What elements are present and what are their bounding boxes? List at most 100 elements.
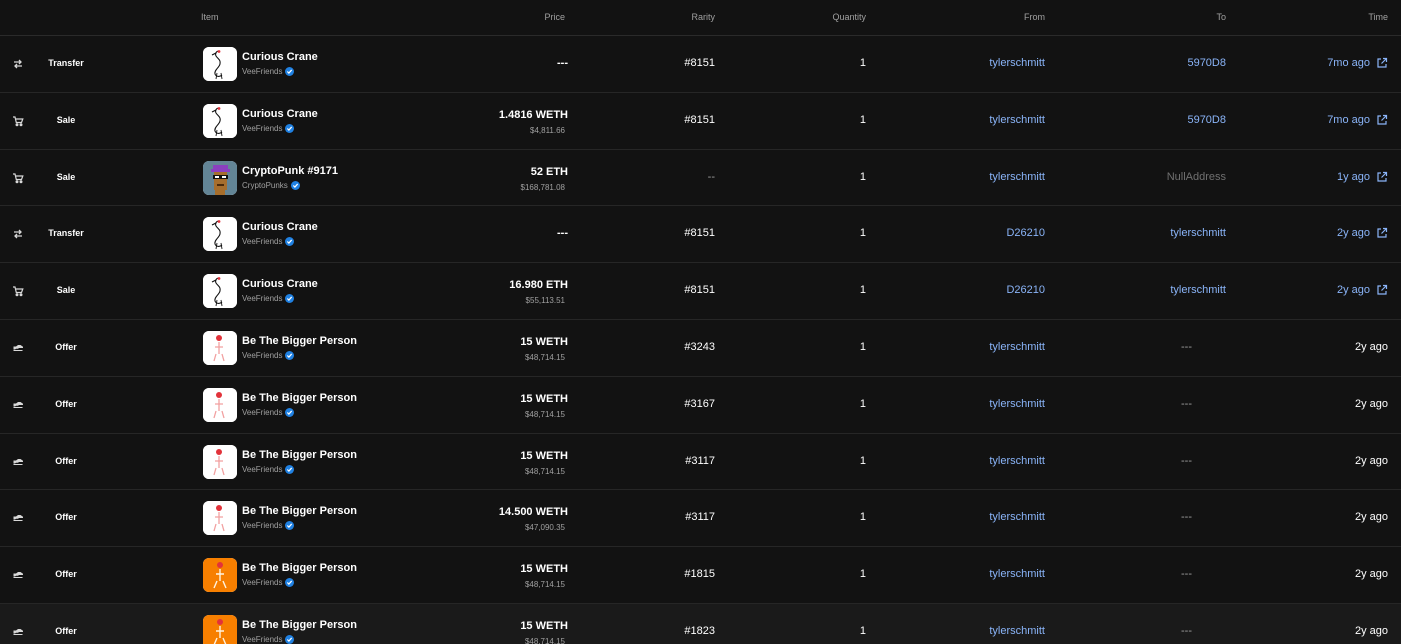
item-thumbnail[interactable] xyxy=(203,387,237,422)
quantity: 1 xyxy=(859,170,866,183)
item-name[interactable]: Curious Crane xyxy=(242,108,318,120)
table-header: Item Price Rarity Quantity From To Time xyxy=(0,0,1401,36)
item-thumbnail[interactable] xyxy=(203,330,237,365)
collection-name[interactable]: VeeFriends xyxy=(242,67,295,76)
collection-name[interactable]: CryptoPunks xyxy=(242,180,300,190)
price: --- xyxy=(557,227,568,240)
price-usd: $4,811.66 xyxy=(530,125,565,135)
time-link[interactable]: 1y ago xyxy=(1337,171,1388,183)
table-row[interactable]: Offer Be The Bigger Person VeeFriends 15 WE… xyxy=(0,603,1401,644)
table-row[interactable]: Offer Be The Bigger Person VeeFriends 15 WE… xyxy=(0,320,1401,377)
item-thumbnail[interactable] xyxy=(203,103,237,138)
item-thumbnail[interactable] xyxy=(203,444,237,479)
to-address-link[interactable]: NullAddress xyxy=(1167,171,1226,183)
collection-label: VeeFriends xyxy=(242,237,283,247)
item-name[interactable]: Be The Bigger Person xyxy=(242,562,357,574)
price-usd: $48,714.15 xyxy=(524,352,565,362)
collection-name[interactable]: VeeFriends xyxy=(242,464,295,474)
collection-name[interactable]: VeeFriends xyxy=(242,521,295,531)
table-row[interactable]: Transfer Curious Crane VeeFriends --- #8151 1… xyxy=(0,206,1401,264)
event-type: Transfer xyxy=(48,228,84,239)
item-name[interactable]: Curious Crane xyxy=(242,51,318,63)
item-thumbnail[interactable] xyxy=(203,160,237,195)
item-thumbnail[interactable] xyxy=(203,614,237,644)
item-name[interactable]: CryptoPunk #9171 xyxy=(242,165,338,177)
from-address-link[interactable]: tylerschmitt xyxy=(989,398,1045,410)
event-type: Sale xyxy=(56,114,76,125)
collection-name[interactable]: VeeFriends xyxy=(242,407,295,417)
collection-name[interactable]: VeeFriends xyxy=(242,237,295,247)
price: 15 WETH xyxy=(520,335,568,348)
price: 15 WETH xyxy=(520,563,568,576)
table-row[interactable]: Offer Be The Bigger Person VeeFriends 15 WE… xyxy=(0,547,1401,604)
external-link-icon[interactable] xyxy=(1376,57,1388,69)
collection-label: VeeFriends xyxy=(242,464,283,474)
table-row[interactable]: Sale Curious Crane VeeFriends 16.980 ETH $55… xyxy=(0,263,1401,320)
collection-name[interactable]: VeeFriends xyxy=(242,634,295,644)
to-address-link[interactable]: 5970D8 xyxy=(1187,57,1226,69)
event-type: Offer xyxy=(55,512,77,523)
item-name[interactable]: Curious Crane xyxy=(242,278,318,290)
collection-name[interactable]: VeeFriends xyxy=(242,123,295,133)
table-body: Transfer Curious Crane VeeFriends --- #8151 1… xyxy=(0,36,1401,644)
to-address-link[interactable]: tylerschmitt xyxy=(1170,227,1226,239)
from-address-link[interactable]: tylerschmitt xyxy=(989,568,1045,580)
rarity: #8151 xyxy=(684,227,715,240)
item-thumbnail[interactable] xyxy=(203,274,237,309)
price: 15 WETH xyxy=(520,449,568,462)
time-link[interactable]: 7mo ago xyxy=(1327,114,1388,126)
time-link[interactable]: 2y ago xyxy=(1337,227,1388,239)
collection-name[interactable]: VeeFriends xyxy=(242,350,295,360)
item-thumbnail[interactable] xyxy=(203,558,237,593)
time-link[interactable]: 2y ago xyxy=(1337,284,1388,296)
price: --- xyxy=(557,57,568,69)
collection-name[interactable]: VeeFriends xyxy=(242,578,295,588)
price-usd: $48,714.15 xyxy=(524,636,565,644)
event-type: Offer xyxy=(55,569,77,580)
to-address-link[interactable]: tylerschmitt xyxy=(1170,284,1226,296)
verified-badge-icon xyxy=(285,578,295,588)
item-thumbnail[interactable] xyxy=(203,47,237,81)
price-usd: $48,714.15 xyxy=(524,580,565,590)
verified-badge-icon xyxy=(285,123,295,133)
table-row[interactable]: Offer Be The Bigger Person VeeFriends 14.50… xyxy=(0,490,1401,548)
header-to: To xyxy=(1216,12,1226,22)
table-row[interactable]: Transfer Curious Crane VeeFriends --- #8151 1… xyxy=(0,36,1401,93)
price-usd: $47,090.35 xyxy=(524,523,565,533)
rarity: #3243 xyxy=(684,340,715,353)
from-address-link[interactable]: tylerschmitt xyxy=(989,171,1045,183)
item-name[interactable]: Be The Bigger Person xyxy=(242,505,357,517)
item-name[interactable]: Be The Bigger Person xyxy=(242,392,357,404)
external-link-icon[interactable] xyxy=(1376,284,1388,296)
table-row[interactable]: Offer Be The Bigger Person VeeFriends 15 WE… xyxy=(0,434,1401,491)
item-name[interactable]: Be The Bigger Person xyxy=(242,335,357,347)
from-address-link[interactable]: tylerschmitt xyxy=(989,114,1045,126)
collection-name[interactable]: VeeFriends xyxy=(242,294,295,304)
time-link[interactable]: 7mo ago xyxy=(1327,57,1388,69)
table-row[interactable]: Offer Be The Bigger Person VeeFriends 15 WE… xyxy=(0,377,1401,434)
from-address-link[interactable]: D26210 xyxy=(1006,227,1045,239)
item-thumbnail[interactable] xyxy=(203,501,237,536)
external-link-icon[interactable] xyxy=(1376,114,1388,126)
item-name[interactable]: Curious Crane xyxy=(242,221,318,233)
item-thumbnail[interactable] xyxy=(203,217,237,252)
table-row[interactable]: Sale CryptoPunk #9171 CryptoPunks 52 ETH $16… xyxy=(0,150,1401,207)
from-address-link[interactable]: D26210 xyxy=(1006,284,1045,296)
table-row[interactable]: Sale Curious Crane VeeFriends 1.4816 WETH $4… xyxy=(0,93,1401,150)
from-address-link[interactable]: tylerschmitt xyxy=(989,625,1045,637)
time-label: 2y ago xyxy=(1354,568,1388,581)
from-address-link[interactable]: tylerschmitt xyxy=(989,341,1045,353)
from-address-link[interactable]: tylerschmitt xyxy=(989,511,1045,523)
from-address-link[interactable]: tylerschmitt xyxy=(989,455,1045,467)
item-name[interactable]: Be The Bigger Person xyxy=(242,619,357,631)
time-label: 7mo ago xyxy=(1327,113,1370,126)
collection-label: CryptoPunks xyxy=(242,180,288,190)
price-usd: $55,113.51 xyxy=(525,296,565,306)
external-link-icon[interactable] xyxy=(1376,227,1388,239)
from-address-link[interactable]: tylerschmitt xyxy=(989,57,1045,69)
verified-badge-icon xyxy=(285,634,295,644)
item-name[interactable]: Be The Bigger Person xyxy=(242,449,357,461)
header-time: Time xyxy=(1368,12,1388,22)
external-link-icon[interactable] xyxy=(1376,171,1388,183)
to-address-link[interactable]: 5970D8 xyxy=(1187,114,1226,126)
